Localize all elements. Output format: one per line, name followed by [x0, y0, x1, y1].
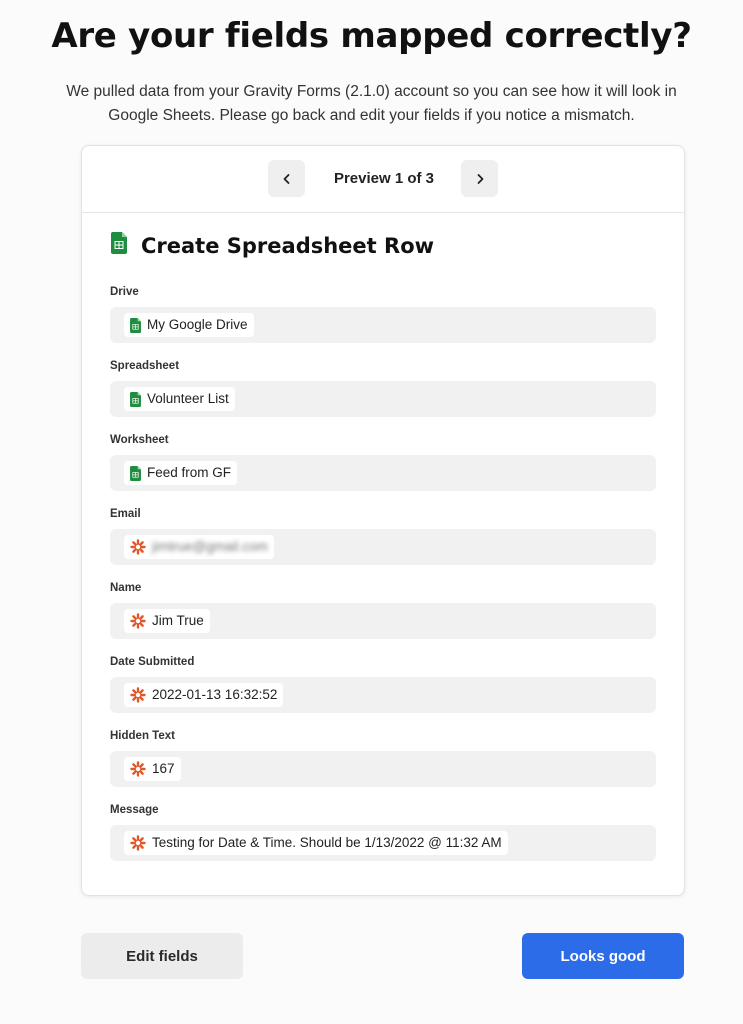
field-name: Name Jim True — [110, 582, 656, 639]
edit-fields-button[interactable]: Edit fields — [81, 933, 243, 979]
value-chip[interactable]: Feed from GF — [124, 461, 238, 485]
gravity-forms-icon — [130, 835, 146, 851]
field-value: jimtrue@gmail.com — [152, 539, 268, 554]
gravity-forms-icon — [130, 687, 146, 703]
field-value-box[interactable]: Feed from GF — [110, 455, 656, 491]
field-value: 2022-01-13 16:32:52 — [152, 687, 278, 702]
field-label: Message — [110, 804, 159, 816]
field-label: Date Submitted — [110, 656, 195, 668]
page-title: Are your fields mapped correctly? — [51, 16, 692, 56]
value-chip[interactable]: 167 — [124, 757, 181, 781]
chevron-right-icon — [477, 173, 483, 184]
page-subtitle: We pulled data from your Gravity Forms (… — [66, 83, 677, 124]
field-value-box[interactable]: 2022-01-13 16:32:52 — [110, 677, 656, 713]
chevron-left-icon — [283, 173, 289, 184]
next-preview-button[interactable] — [461, 160, 498, 197]
field-value-box[interactable]: Testing for Date & Time. Should be 1/13/… — [110, 825, 656, 861]
field-email: Email jimtrue@gmail.com — [110, 508, 656, 565]
gravity-forms-icon — [130, 613, 146, 629]
field-value-box[interactable]: My Google Drive — [110, 307, 656, 343]
field-value-box[interactable]: Jim True — [110, 603, 656, 639]
field-label: Spreadsheet — [110, 360, 180, 372]
value-chip[interactable]: jimtrue@gmail.com — [124, 535, 274, 559]
field-value: Jim True — [152, 613, 204, 628]
field-value: Feed from GF — [147, 465, 232, 480]
google-sheets-icon — [130, 465, 141, 481]
action-title: Create Spreadsheet Row — [141, 233, 435, 258]
action-heading: Create Spreadsheet Row — [111, 232, 434, 259]
field-value: Testing for Date & Time. Should be 1/13/… — [152, 835, 502, 850]
gravity-forms-icon — [130, 761, 146, 777]
field-date-submitted: Date Submitted 2022-01-13 16:32:52 — [110, 656, 656, 713]
field-value: Volunteer List — [147, 391, 229, 406]
field-worksheet: Worksheet Feed from GF — [110, 434, 656, 491]
looks-good-button[interactable]: Looks good — [522, 933, 684, 979]
field-spreadsheet: Spreadsheet Volunteer List — [110, 360, 656, 417]
preview-navigation: Preview 1 of 3 — [82, 146, 684, 213]
field-label: Drive — [110, 286, 139, 298]
field-label: Hidden Text — [110, 730, 175, 742]
field-value-box[interactable]: 167 — [110, 751, 656, 787]
google-sheets-icon — [111, 232, 127, 259]
preview-counter: Preview 1 of 3 — [333, 170, 435, 187]
field-label: Name — [110, 582, 142, 594]
value-chip[interactable]: Jim True — [124, 609, 210, 633]
field-hidden-text: Hidden Text 167 — [110, 730, 656, 787]
field-label: Email — [110, 508, 141, 520]
google-sheets-icon — [130, 317, 141, 333]
value-chip[interactable]: 2022-01-13 16:32:52 — [124, 683, 284, 707]
preview-card: Preview 1 of 3 Create Spreadsheet Row Dr… — [81, 145, 685, 896]
value-chip[interactable]: My Google Drive — [124, 313, 254, 337]
field-value-box[interactable]: jimtrue@gmail.com — [110, 529, 656, 565]
previous-preview-button[interactable] — [268, 160, 305, 197]
value-chip[interactable]: Testing for Date & Time. Should be 1/13/… — [124, 831, 508, 855]
field-drive: Drive My Google Drive — [110, 286, 656, 343]
field-value: 167 — [152, 761, 175, 776]
gravity-forms-icon — [130, 539, 146, 555]
field-label: Worksheet — [110, 434, 169, 446]
value-chip[interactable]: Volunteer List — [124, 387, 235, 411]
field-message: Message Testing for Date & Time. Should … — [110, 804, 656, 861]
google-sheets-icon — [130, 391, 141, 407]
field-value: My Google Drive — [147, 317, 248, 332]
field-value-box[interactable]: Volunteer List — [110, 381, 656, 417]
